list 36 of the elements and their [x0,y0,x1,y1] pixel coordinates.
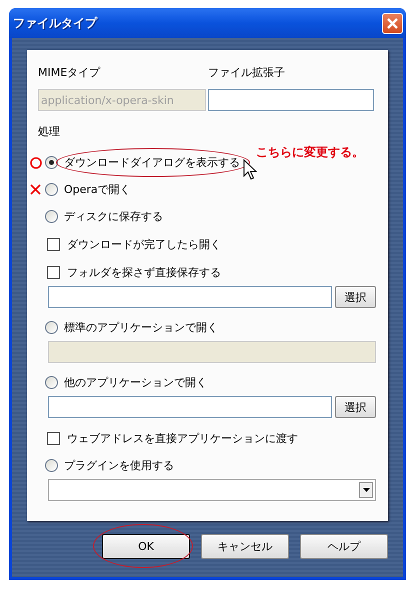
plugin-dropdown[interactable] [48,479,376,501]
checkbox[interactable] [47,432,60,444]
radio-button[interactable] [45,459,58,472]
option-label: プラグインを使用する [64,459,174,472]
radio-button[interactable] [45,321,58,334]
path-field[interactable] [48,396,332,418]
browse-button[interactable]: 選択 [335,286,376,308]
dialog-button[interactable]: ヘルプ [300,534,388,559]
option-label: 標準のアプリケーションで開く [64,321,218,334]
option-label: フォルダを探さず直接保存する [67,264,221,280]
option-label: ダウンロードダイアログを表示する [64,156,240,169]
option-label: ウェブアドレスを直接アプリケーションに渡す [67,430,298,446]
annotation-note: こちらに変更する。 [256,144,364,161]
cursor-icon [243,159,257,181]
mime-type-label: MIMEタイプ [38,65,102,80]
radio-button[interactable] [45,376,58,389]
radio-button[interactable] [45,183,58,196]
option-label: Operaで開く [64,183,131,196]
close-icon [386,16,399,30]
browse-button[interactable]: 選択 [335,396,376,418]
option-label: ディスクに保存する [64,210,163,223]
extension-field[interactable] [208,89,374,111]
window-title: ファイルタイプ [13,14,97,32]
option-label: 他のアプリケーションで開く [64,376,207,389]
checkbox[interactable] [47,238,60,250]
option-label: ダウンロードが完了したら開く [67,236,221,252]
dropdown-arrow-icon [362,488,370,492]
dialog-button[interactable]: キャンセル [201,534,289,559]
close-button[interactable] [382,12,403,34]
radio-button[interactable] [45,210,58,223]
checkbox[interactable] [47,266,60,278]
radio-button[interactable] [45,156,58,169]
section-label: 処理 [37,124,61,139]
extension-label: ファイル拡張子 [208,65,285,80]
dialog-button[interactable]: OK [102,534,190,559]
path-field[interactable] [48,286,332,308]
